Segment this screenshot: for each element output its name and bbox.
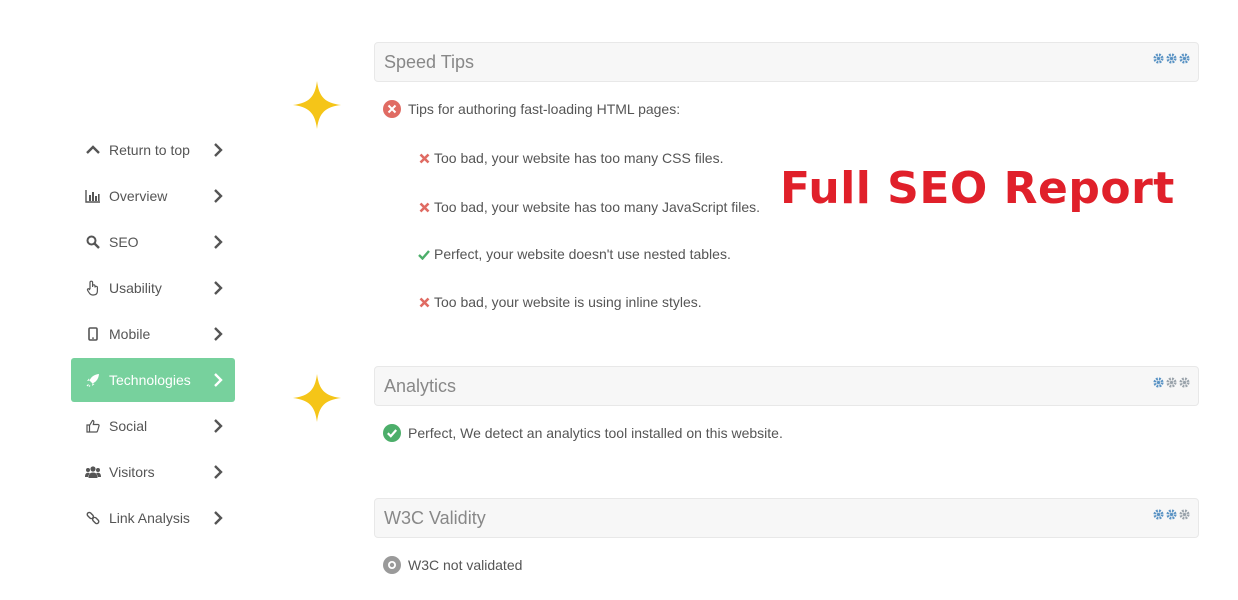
settings-gears[interactable] xyxy=(1153,377,1190,388)
tip-text: Too bad, your website has too many JavaS… xyxy=(434,199,761,215)
settings-gears[interactable] xyxy=(1153,509,1190,520)
nav-label: Visitors xyxy=(109,464,155,480)
w3c-header: W3C Validity xyxy=(374,498,1199,538)
nav-social[interactable]: Social xyxy=(71,404,235,448)
fail-x-icon xyxy=(417,200,431,214)
speed-tip-item: Perfect, your website doesn't use nested… xyxy=(417,246,731,262)
search-icon xyxy=(85,234,101,250)
nav-label: Usability xyxy=(109,280,162,296)
chevron-right-icon xyxy=(214,465,223,479)
chevron-right-icon xyxy=(214,189,223,203)
nav-mobile[interactable]: Mobile xyxy=(71,312,235,356)
sidebar-nav: Return to top Overview SEO Usability Mob… xyxy=(71,128,235,542)
panel-title: Analytics xyxy=(384,376,457,396)
nav-seo[interactable]: SEO xyxy=(71,220,235,264)
gear-icon[interactable] xyxy=(1153,53,1164,64)
analytics-header: Analytics xyxy=(374,366,1199,406)
nav-label: Social xyxy=(109,418,148,434)
tip-text: Too bad, your website is using inline st… xyxy=(434,294,702,310)
tip-text: Perfect, your website doesn't use nested… xyxy=(434,246,731,262)
gear-icon[interactable] xyxy=(1153,509,1164,520)
nav-label: Technologies xyxy=(109,372,191,388)
nav-label: Link Analysis xyxy=(109,510,190,526)
nav-return-to-top[interactable]: Return to top xyxy=(71,128,235,172)
pointer-hand-icon xyxy=(85,280,101,296)
mobile-icon xyxy=(85,326,101,342)
fail-x-icon xyxy=(417,151,431,165)
nav-overview[interactable]: Overview xyxy=(71,174,235,218)
bar-chart-icon xyxy=(85,188,101,204)
analytics-result: Perfect, We detect an analytics tool ins… xyxy=(383,424,783,442)
fail-circle-icon xyxy=(383,100,401,118)
nav-visitors[interactable]: Visitors xyxy=(71,450,235,494)
speed-tip-item: Too bad, your website has too many JavaS… xyxy=(417,199,760,215)
nav-label: Mobile xyxy=(109,326,151,342)
overlay-title: Full SEO Report xyxy=(780,163,1175,214)
link-icon xyxy=(85,510,101,526)
panel-title: W3C Validity xyxy=(384,508,486,528)
gear-icon[interactable] xyxy=(1179,377,1190,388)
w3c-result: W3C not validated xyxy=(383,556,522,574)
gear-icon[interactable] xyxy=(1166,509,1177,520)
thumbs-up-icon xyxy=(85,418,101,434)
chevron-up-icon xyxy=(85,142,101,158)
chevron-right-icon xyxy=(214,327,223,341)
nav-usability[interactable]: Usability xyxy=(71,266,235,310)
nav-label: SEO xyxy=(109,234,139,250)
chevron-right-icon xyxy=(214,511,223,525)
pass-circle-icon xyxy=(383,424,401,442)
gear-icon[interactable] xyxy=(1166,377,1177,388)
pass-check-icon xyxy=(417,247,431,261)
speed-tips-header: Speed Tips xyxy=(374,42,1199,82)
users-icon xyxy=(85,464,101,480)
rocket-icon xyxy=(85,372,101,388)
analytics-text: Perfect, We detect an analytics tool ins… xyxy=(408,425,783,441)
gear-icon[interactable] xyxy=(1153,377,1164,388)
gear-icon[interactable] xyxy=(1179,53,1190,64)
chevron-right-icon xyxy=(214,281,223,295)
fail-x-icon xyxy=(417,295,431,309)
neutral-circle-icon xyxy=(383,556,401,574)
gear-icon[interactable] xyxy=(1179,509,1190,520)
star-icon xyxy=(293,81,341,129)
chevron-right-icon xyxy=(214,143,223,157)
speed-tips-summary: Tips for authoring fast-loading HTML pag… xyxy=(383,100,680,118)
tip-text: Too bad, your website has too many CSS f… xyxy=(434,150,724,166)
nav-technologies[interactable]: Technologies xyxy=(71,358,235,402)
w3c-text: W3C not validated xyxy=(408,557,523,573)
chevron-right-icon xyxy=(214,235,223,249)
summary-text: Tips for authoring fast-loading HTML pag… xyxy=(408,101,681,117)
chevron-right-icon xyxy=(214,419,223,433)
speed-tip-item: Too bad, your website has too many CSS f… xyxy=(417,150,723,166)
panel-title: Speed Tips xyxy=(384,52,475,72)
nav-label: Return to top xyxy=(109,142,190,158)
settings-gears[interactable] xyxy=(1153,53,1190,64)
gear-icon[interactable] xyxy=(1166,53,1177,64)
nav-label: Overview xyxy=(109,188,168,204)
star-icon xyxy=(293,374,341,422)
speed-tip-item: Too bad, your website is using inline st… xyxy=(417,294,702,310)
nav-link-analysis[interactable]: Link Analysis xyxy=(71,496,235,540)
chevron-right-icon xyxy=(214,373,223,387)
